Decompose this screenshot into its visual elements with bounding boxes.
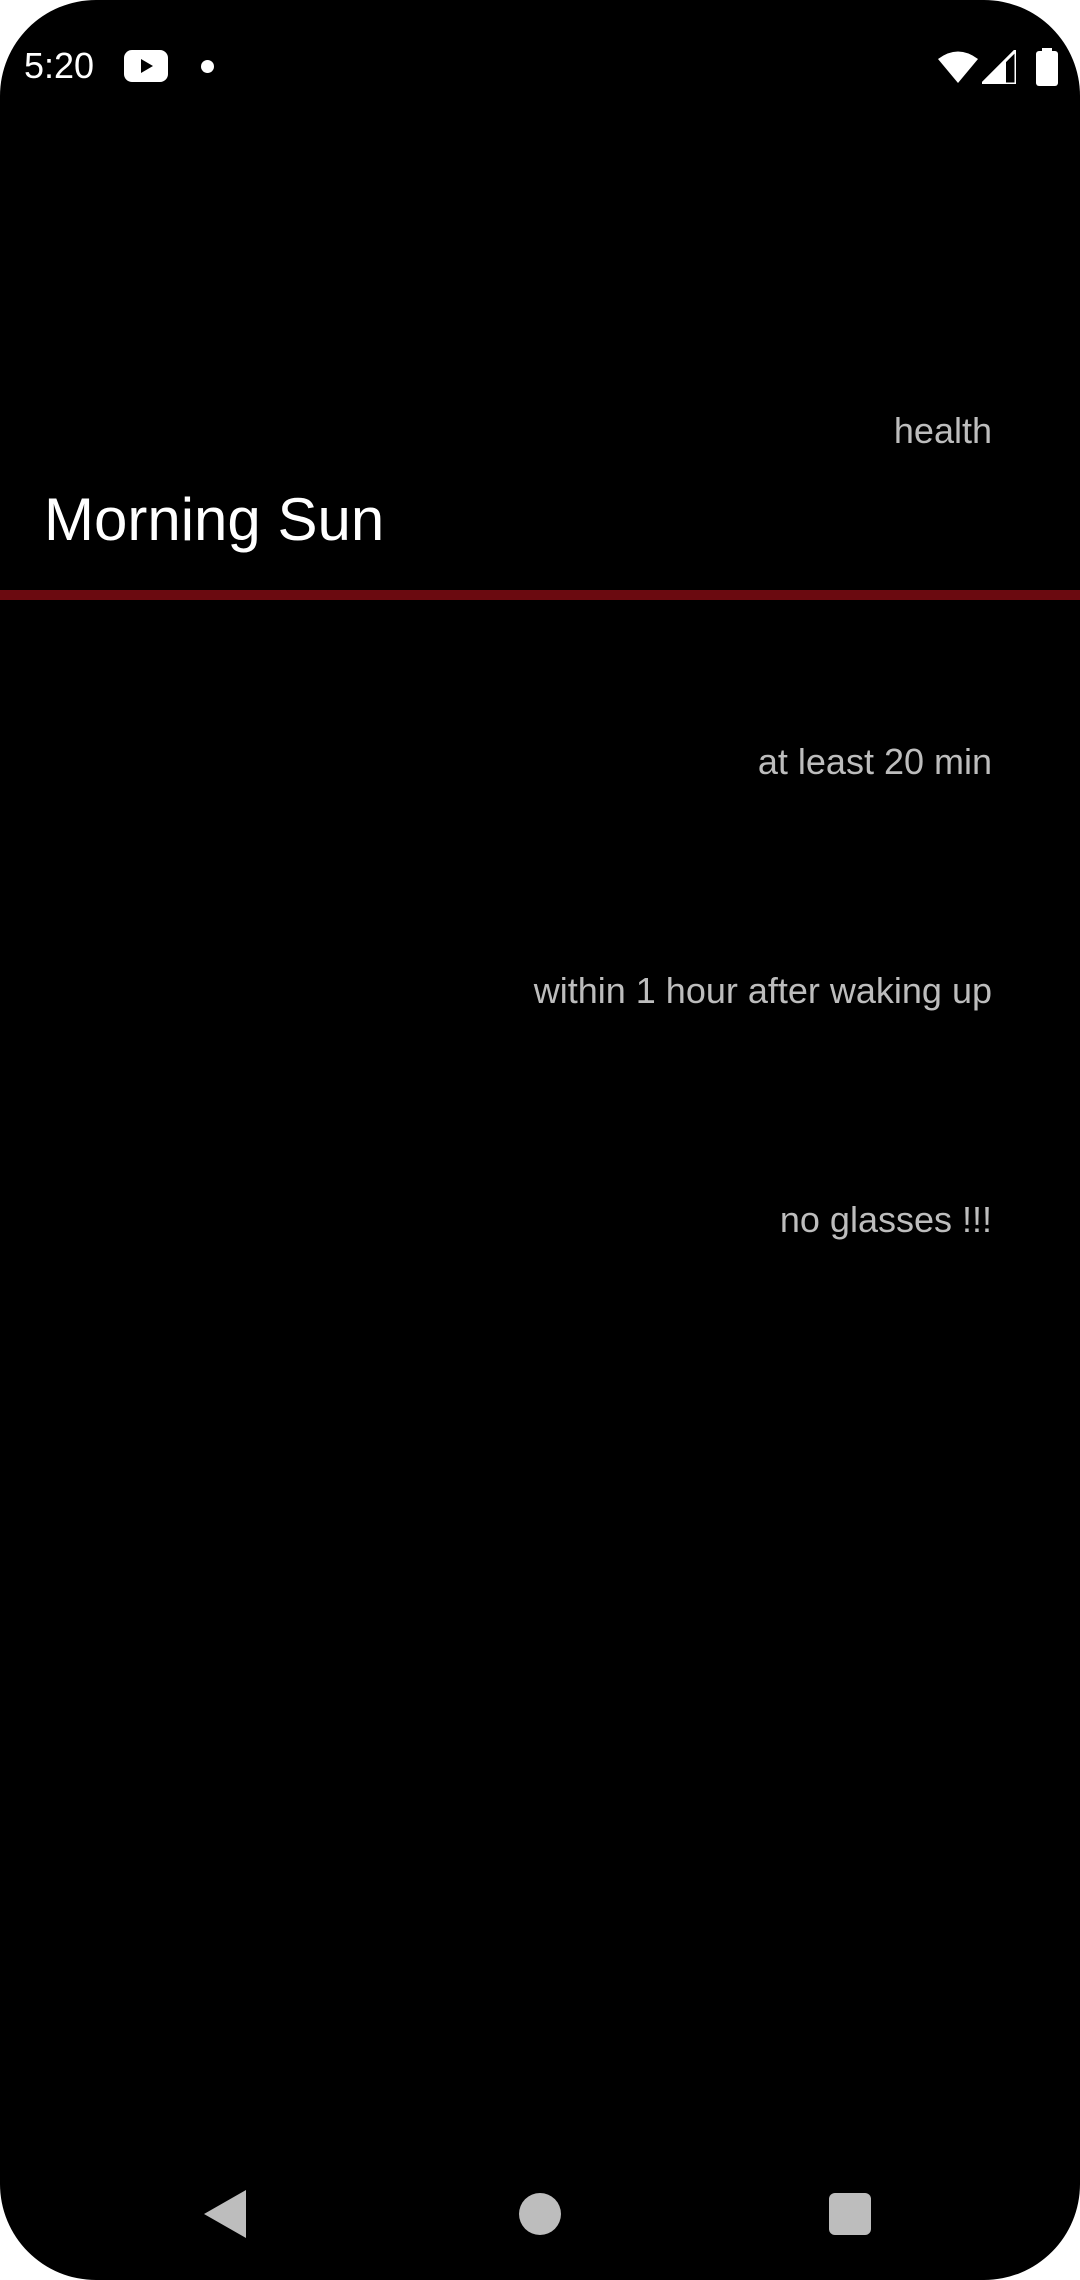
recents-icon[interactable] bbox=[829, 2193, 871, 2235]
status-bar: 5:20 bbox=[0, 0, 1080, 130]
detail-note: no glasses !!! bbox=[779, 1199, 992, 1240]
navigation-bar bbox=[0, 2160, 1080, 2280]
back-icon[interactable] bbox=[204, 2190, 246, 2238]
battery-icon bbox=[1036, 48, 1058, 86]
wifi-icon bbox=[938, 51, 978, 83]
detail-duration: at least 20 min bbox=[757, 741, 992, 782]
detail-timing: within 1 hour after waking up bbox=[533, 970, 992, 1011]
category-label: health bbox=[893, 410, 992, 451]
home-icon[interactable] bbox=[519, 2193, 561, 2235]
status-time: 5:20 bbox=[24, 45, 95, 86]
notification-dot-icon bbox=[201, 60, 214, 73]
task-title: Morning Sun bbox=[44, 486, 385, 553]
title-divider bbox=[0, 590, 1080, 600]
cellular-signal-icon bbox=[982, 50, 1016, 84]
app-screen: 5:20 health Morning Sun at least 20 min … bbox=[0, 0, 1080, 2280]
youtube-icon bbox=[124, 50, 168, 82]
